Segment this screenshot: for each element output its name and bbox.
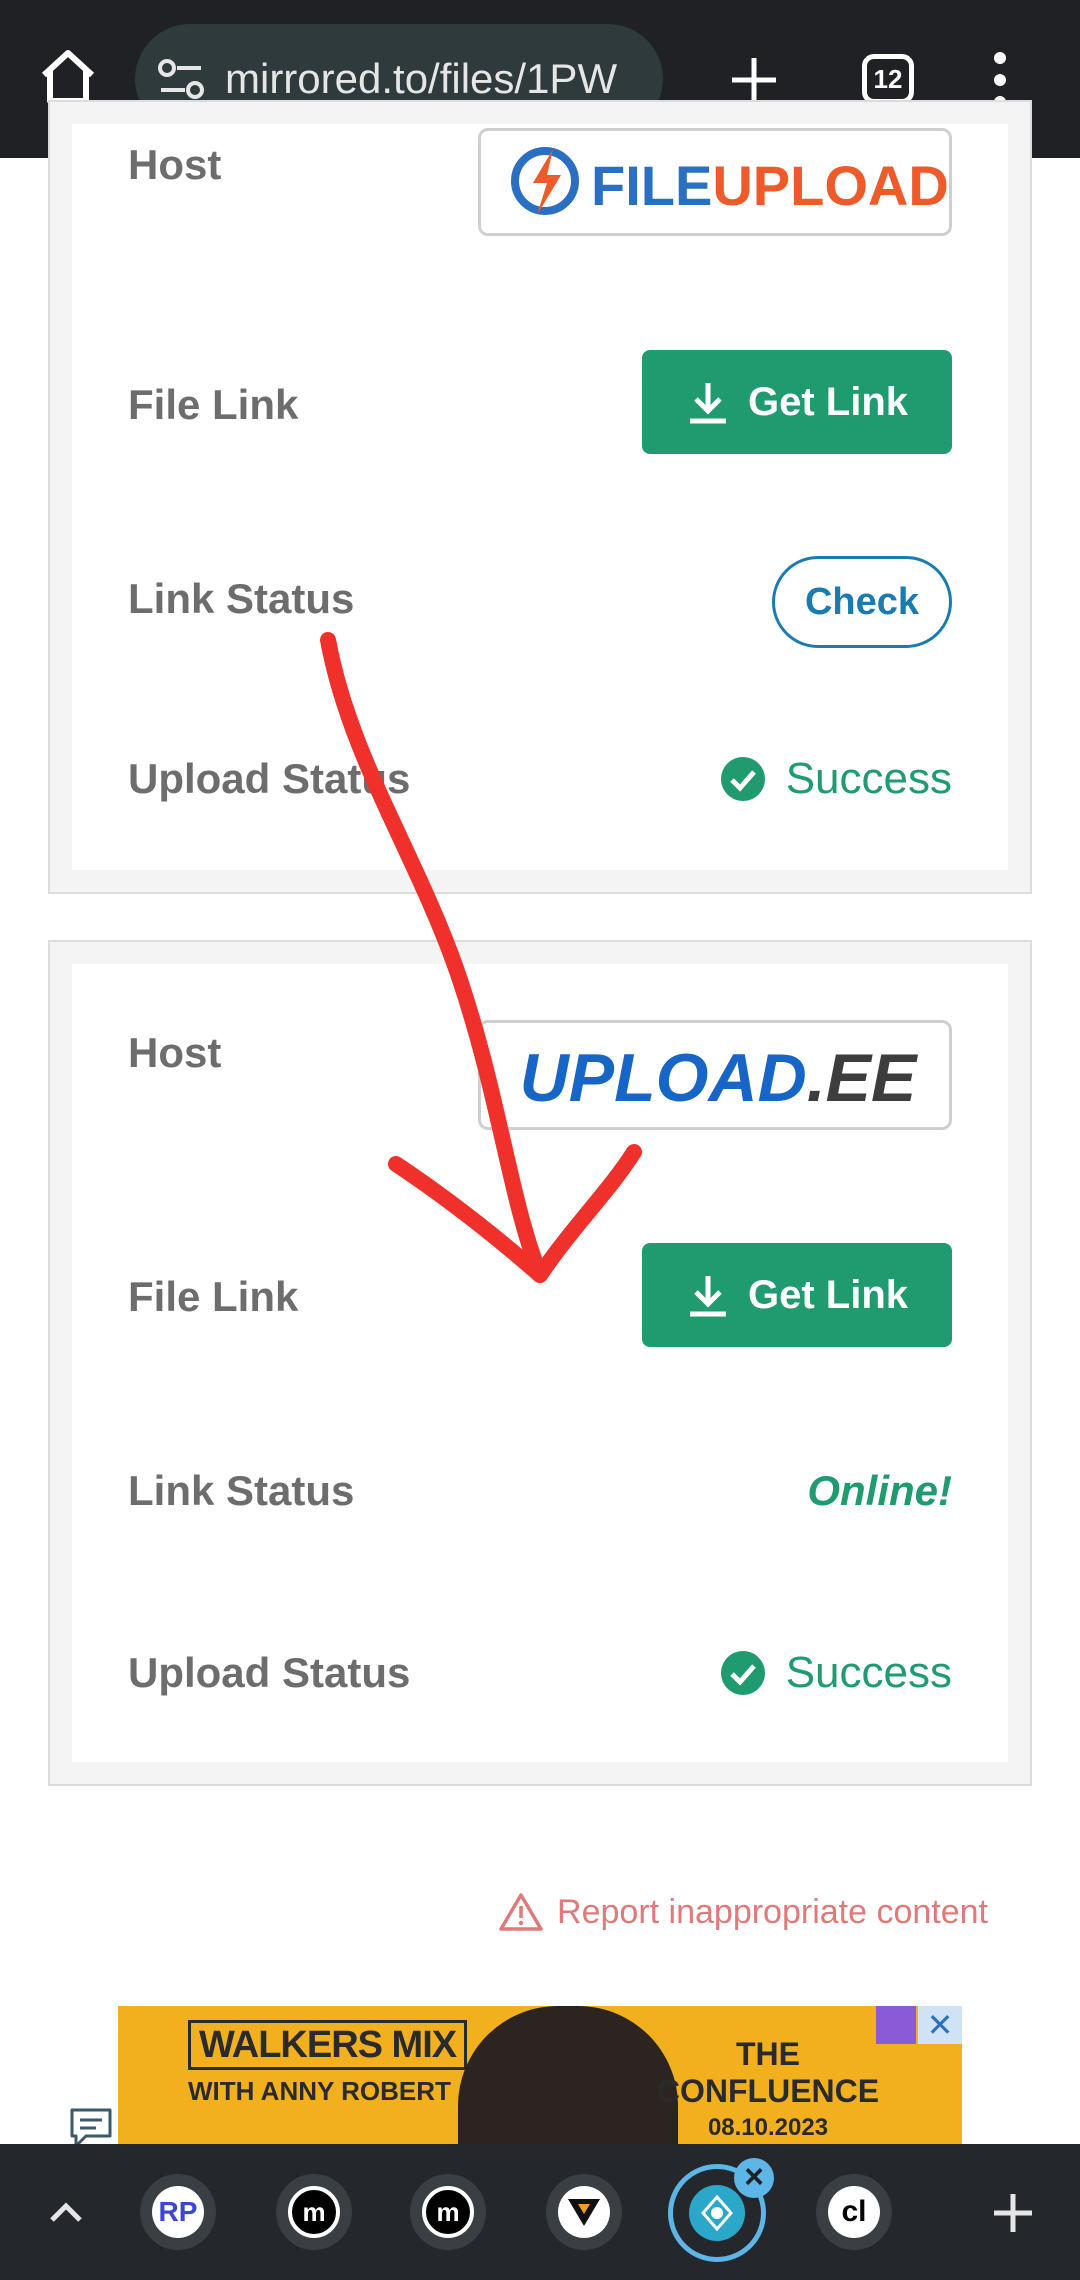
tab-switcher-button[interactable]: 12 — [862, 54, 914, 104]
m-favicon-icon: m — [422, 2186, 474, 2238]
tab-triangle[interactable] — [546, 2174, 622, 2250]
site-settings-icon[interactable] — [155, 54, 209, 104]
m-favicon-icon: m — [288, 2186, 340, 2238]
fileupload-logo-icon: FILEUPLOAD — [511, 147, 949, 217]
uploadee-logo: UPLOAD.EE — [478, 1020, 952, 1130]
get-link-button[interactable]: Get Link — [642, 1243, 952, 1347]
tab-strip: RP m m × cl — [0, 2144, 1080, 2280]
chevron-up-icon[interactable] — [44, 2192, 88, 2232]
fileupload-logo-text: FILEUPLOAD — [591, 154, 949, 217]
download-icon — [689, 1276, 726, 1317]
fileupload-logo: FILEUPLOAD — [478, 128, 952, 236]
upload-status-label: Upload Status — [128, 755, 411, 802]
upload-status-text: Success — [785, 1648, 952, 1697]
uploadee-logo-icon: UPLOAD.EE — [520, 1040, 919, 1116]
warning-icon — [499, 1893, 543, 1931]
get-link-label: Get Link — [747, 379, 909, 424]
get-link-label: Get Link — [747, 1272, 909, 1317]
close-tab-button[interactable]: × — [734, 2158, 774, 2198]
ad-close-button[interactable]: ✕ — [918, 2006, 962, 2044]
upload-status-text: Success — [785, 754, 952, 803]
ad-person-image — [458, 2006, 678, 2146]
download-icon — [689, 383, 726, 424]
host-label: Host — [128, 141, 222, 188]
file-link-label: File Link — [128, 381, 299, 428]
ad-left-title: WALKERS MIX — [188, 2020, 468, 2070]
url-text[interactable]: mirrored.to/files/1PW — [225, 54, 655, 104]
ad-banner[interactable]: WALKERS MIX WITH ANNY ROBERT THE CONFLUE… — [118, 2006, 962, 2146]
tab-rp[interactable]: RP — [140, 2174, 216, 2250]
link-status-value: Online! — [807, 1467, 952, 1514]
link-status-label: Link Status — [128, 1467, 355, 1514]
ad-right-date: 08.10.2023 — [707, 2114, 829, 2141]
ad-left-text: WALKERS MIX WITH ANNY ROBERT — [188, 2020, 468, 2107]
check-button[interactable]: Check — [772, 556, 952, 648]
get-link-button[interactable]: Get Link — [642, 350, 952, 454]
cl-favicon-icon: cl — [828, 2186, 880, 2238]
report-content-link[interactable]: Report inappropriate content — [499, 1890, 988, 1934]
report-label[interactable]: Report inappropriate content — [557, 1890, 988, 1934]
ad-left-subtitle: WITH ANNY ROBERT — [188, 2076, 451, 2106]
host-label: Host — [128, 1029, 222, 1076]
upload-status-value: Success — [720, 754, 952, 804]
ad-right-text: THE CONFLUENCE 08.10.2023 — [648, 2036, 888, 2142]
uploadee-logo-text: UPLOAD.EE — [520, 1040, 919, 1116]
tab-m-2[interactable]: m — [410, 2174, 486, 2250]
ad-right-title: THE CONFLUENCE — [656, 2036, 880, 2109]
upload-status-value: Success — [720, 1648, 952, 1698]
file-link-label: File Link — [128, 1273, 299, 1320]
triangle-favicon-icon — [558, 2186, 610, 2238]
active-site-favicon-icon — [689, 2185, 745, 2241]
tab-m-1[interactable]: m — [276, 2174, 352, 2250]
ad-info-icon[interactable] — [876, 2006, 916, 2044]
check-circle-icon — [720, 757, 765, 801]
check-circle-icon — [720, 1651, 765, 1695]
link-status-label: Link Status — [128, 575, 355, 622]
tab-cl[interactable]: cl — [816, 2174, 892, 2250]
add-tab-icon[interactable] — [988, 2188, 1038, 2238]
rp-favicon-icon: RP — [152, 2186, 204, 2238]
upload-status-label: Upload Status — [128, 1649, 411, 1696]
